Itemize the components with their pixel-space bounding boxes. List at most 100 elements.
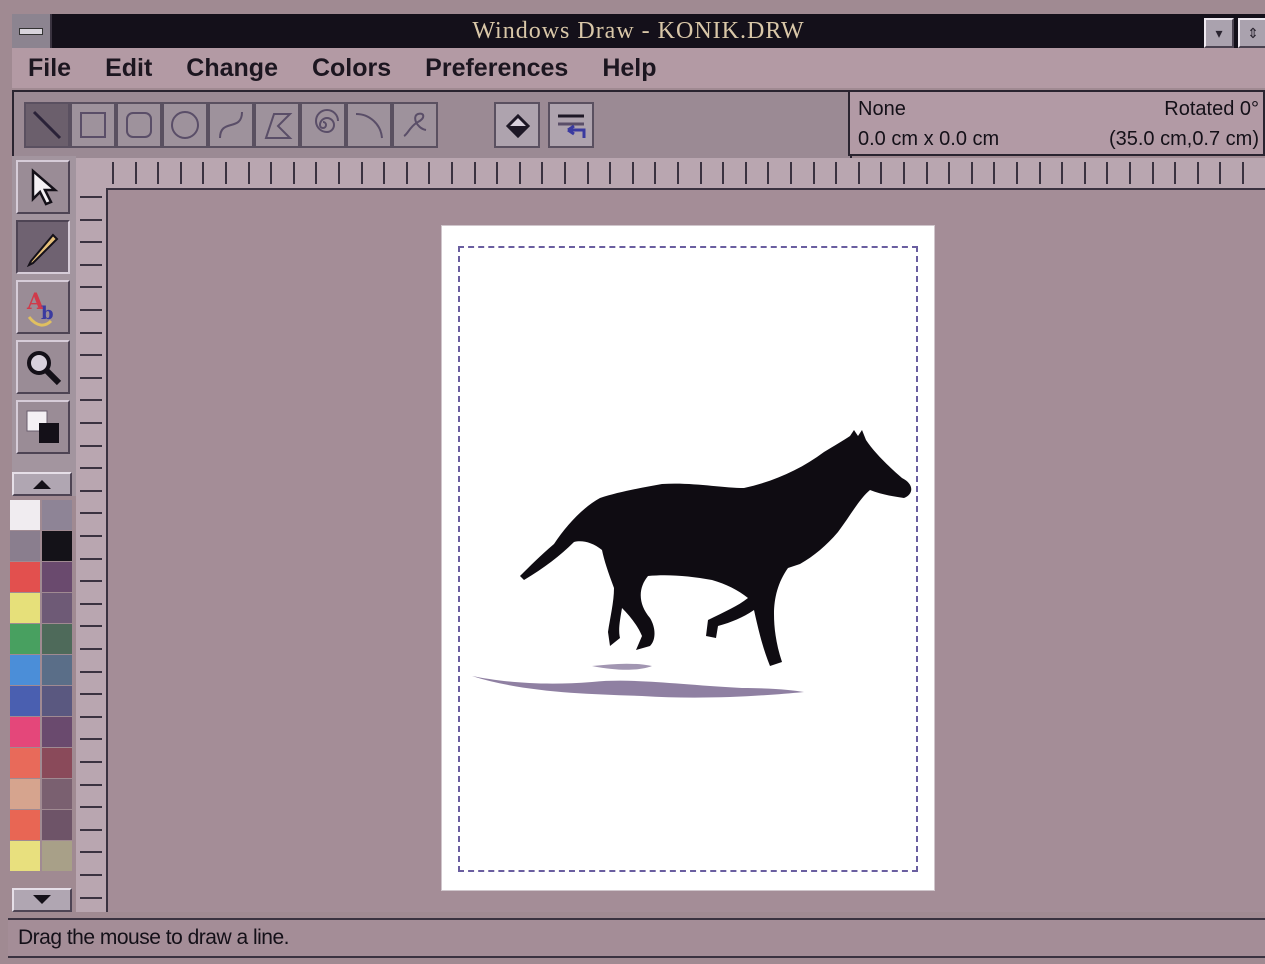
document-page[interactable] bbox=[442, 226, 934, 890]
line-tool-button[interactable] bbox=[24, 102, 70, 148]
ruler-tick bbox=[80, 309, 102, 311]
polygon-tool-button[interactable] bbox=[254, 102, 300, 148]
palette-color-swatch[interactable] bbox=[10, 593, 40, 623]
line-style-tool-button[interactable] bbox=[548, 102, 594, 148]
menu-file[interactable]: File bbox=[28, 54, 71, 83]
palette-color-swatch[interactable] bbox=[10, 779, 40, 809]
ruler-tick bbox=[80, 331, 102, 334]
ruler-tick bbox=[338, 162, 340, 184]
ruler-tick bbox=[722, 162, 725, 184]
ruler-tick bbox=[1242, 162, 1244, 184]
palette-color-swatch[interactable] bbox=[10, 562, 40, 592]
palette-color-swatch[interactable] bbox=[42, 686, 72, 716]
ruler-tick bbox=[428, 162, 431, 184]
palette-color-swatch[interactable] bbox=[42, 655, 72, 685]
rounded-rectangle-icon bbox=[126, 112, 152, 138]
ruler-tick bbox=[80, 693, 102, 696]
maximize-button[interactable]: ⇕ bbox=[1238, 18, 1265, 48]
palette-color-swatch[interactable] bbox=[10, 624, 40, 654]
ruler-tick bbox=[948, 162, 951, 184]
pencil-icon bbox=[26, 233, 59, 267]
ruler-tick bbox=[880, 162, 883, 184]
palette-scroll-down-button[interactable] bbox=[12, 888, 72, 912]
vertical-ruler bbox=[76, 188, 108, 912]
palette-color-swatch[interactable] bbox=[42, 717, 72, 747]
palette-color-swatch[interactable] bbox=[10, 531, 40, 561]
curve-tool-button[interactable] bbox=[208, 102, 254, 148]
menu-colors[interactable]: Colors bbox=[312, 54, 391, 83]
text-tool-button[interactable]: Ab bbox=[16, 280, 70, 334]
ruler-tick bbox=[812, 162, 815, 184]
palette-color-swatch[interactable] bbox=[10, 841, 40, 871]
ruler-tick bbox=[993, 162, 996, 184]
palette-color-swatch[interactable] bbox=[42, 562, 72, 592]
ruler-tick bbox=[609, 162, 612, 184]
ruler-tick bbox=[1106, 162, 1109, 184]
menu-preferences[interactable]: Preferences bbox=[425, 54, 568, 83]
ruler-tick bbox=[857, 162, 860, 184]
palette-color-swatch[interactable] bbox=[42, 531, 72, 561]
ruler-tick bbox=[1129, 162, 1131, 184]
palette-color-swatch[interactable] bbox=[42, 810, 72, 840]
palette-color-swatch[interactable] bbox=[42, 624, 72, 654]
horse-shadow bbox=[472, 676, 804, 698]
ruler-tick bbox=[405, 162, 408, 184]
rectangle-tool-button[interactable] bbox=[70, 102, 116, 148]
ruler-tick bbox=[903, 162, 905, 184]
palette-color-swatch[interactable] bbox=[10, 655, 40, 685]
position-info: (35.0 cm,0.7 cm) bbox=[1108, 128, 1259, 150]
menu-bar: File Edit Change Colors Preferences Help bbox=[12, 48, 1265, 88]
svg-text:b: b bbox=[41, 303, 54, 324]
rounded-rectangle-tool-button[interactable] bbox=[116, 102, 162, 148]
spiral-tool-button[interactable] bbox=[300, 102, 346, 148]
palette-color-swatch[interactable] bbox=[42, 841, 72, 871]
ruler-tick bbox=[677, 162, 679, 184]
system-menu-button[interactable] bbox=[12, 14, 52, 48]
palette-color-swatch[interactable] bbox=[10, 500, 40, 530]
ruler-tick bbox=[383, 162, 386, 184]
zoom-tool-button[interactable] bbox=[16, 340, 70, 394]
ruler-tick bbox=[80, 218, 102, 221]
ruler-tick bbox=[80, 806, 102, 809]
ruler-tick bbox=[292, 162, 295, 184]
palette-color-swatch[interactable] bbox=[42, 593, 72, 623]
ruler-tick bbox=[631, 162, 634, 184]
pencil-tool-button[interactable] bbox=[16, 220, 70, 274]
ruler-tick bbox=[80, 874, 102, 876]
ruler-tick bbox=[80, 602, 102, 605]
palette-color-swatch[interactable] bbox=[10, 748, 40, 778]
ruler-tick bbox=[790, 162, 792, 184]
ruler-tick bbox=[80, 467, 102, 470]
menu-edit[interactable]: Edit bbox=[105, 54, 152, 83]
status-bar: Drag the mouse to draw a line. bbox=[8, 918, 1265, 958]
ellipse-tool-button[interactable] bbox=[162, 102, 208, 148]
ruler-tick bbox=[1016, 162, 1018, 184]
palette-color-swatch[interactable] bbox=[42, 500, 72, 530]
ruler-tick bbox=[80, 444, 102, 447]
palette-color-swatch[interactable] bbox=[42, 748, 72, 778]
ruler-tick bbox=[315, 162, 318, 184]
menu-help[interactable]: Help bbox=[602, 54, 656, 83]
pointer-tool-button[interactable] bbox=[16, 160, 70, 214]
fill-tool-button[interactable] bbox=[494, 102, 540, 148]
ruler-tick bbox=[80, 783, 102, 786]
ruler-tick bbox=[80, 648, 102, 650]
ruler-tick bbox=[1061, 162, 1064, 184]
arc-tool-button[interactable] bbox=[346, 102, 392, 148]
minimize-button[interactable]: ▾ bbox=[1204, 18, 1234, 48]
palette-color-swatch[interactable] bbox=[10, 686, 40, 716]
palette-color-swatch[interactable] bbox=[10, 717, 40, 747]
color-swap-button[interactable] bbox=[16, 400, 70, 454]
palette-scroll-up-button[interactable] bbox=[12, 472, 72, 496]
ruler-tick bbox=[179, 162, 182, 184]
palette-color-swatch[interactable] bbox=[42, 779, 72, 809]
ruler-tick bbox=[225, 162, 227, 184]
ruler-tick bbox=[1038, 162, 1041, 184]
ruler-tick bbox=[80, 241, 102, 244]
ruler-tick bbox=[80, 489, 102, 492]
menu-change[interactable]: Change bbox=[186, 54, 278, 83]
freehand-tool-button[interactable] bbox=[392, 102, 438, 148]
palette-color-swatch[interactable] bbox=[10, 810, 40, 840]
ruler-tick bbox=[1151, 162, 1154, 184]
ruler-tick bbox=[157, 162, 160, 184]
